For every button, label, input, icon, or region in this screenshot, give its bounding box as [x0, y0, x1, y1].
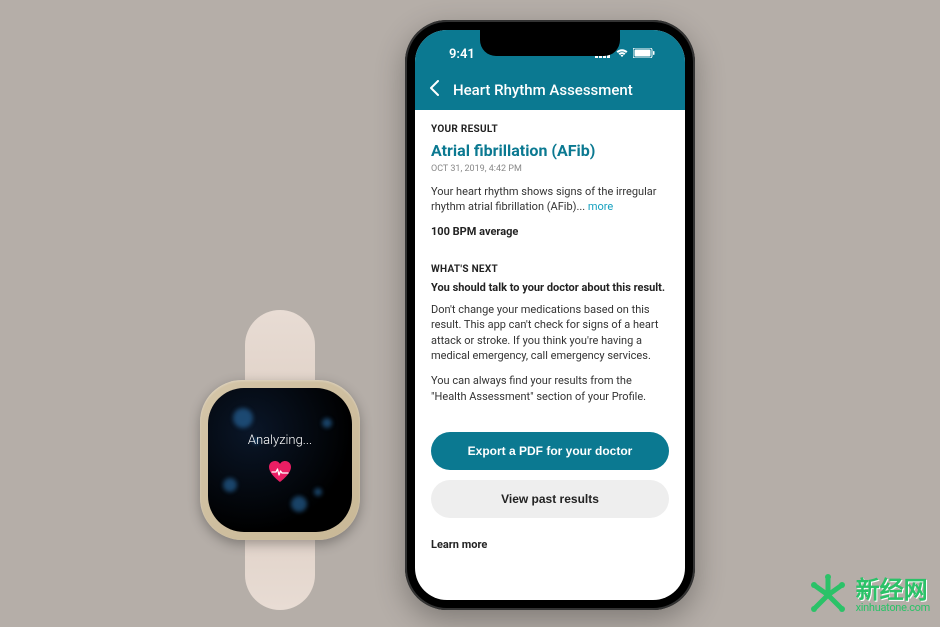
- watermark-logo-icon: [806, 573, 850, 617]
- next-section-header: WHAT'S NEXT: [431, 264, 669, 275]
- watermark-text: 新经网 xinhuatone.com: [856, 578, 930, 613]
- learn-more-link[interactable]: Learn more: [431, 538, 669, 551]
- watch-status-text: Analyzing...: [248, 433, 312, 448]
- watermark-brand-en: xinhuatone.com: [856, 602, 930, 613]
- battery-icon: [633, 47, 655, 62]
- smartwatch: Analyzing...: [190, 310, 370, 610]
- export-pdf-button[interactable]: Export a PDF for your doctor: [431, 432, 669, 470]
- bpm-average: 100 BPM average: [431, 225, 669, 238]
- watch-case: Analyzing...: [200, 380, 360, 540]
- advice-headline: You should talk to your doctor about thi…: [431, 281, 669, 294]
- result-section-header: YOUR RESULT: [431, 124, 669, 135]
- more-link[interactable]: more: [588, 200, 613, 213]
- diagnosis-title: Atrial fibrillation (AFib): [431, 141, 669, 160]
- result-timestamp: OCT 31, 2019, 4:42 PM: [431, 164, 669, 174]
- advice-body: Don't change your medications based on t…: [431, 302, 669, 364]
- heart-icon: [267, 460, 293, 488]
- view-past-results-button[interactable]: View past results: [431, 480, 669, 518]
- back-button[interactable]: [429, 80, 439, 100]
- phone-screen: 9:41 Heart R: [415, 30, 685, 600]
- result-description: Your heart rhythm shows signs of the irr…: [431, 184, 669, 215]
- phone-frame: 9:41 Heart R: [405, 20, 695, 610]
- watch-screen[interactable]: Analyzing...: [208, 388, 352, 532]
- app-header: Heart Rhythm Assessment: [415, 70, 685, 110]
- watermark-brand-cn: 新经网: [856, 578, 930, 602]
- status-time: 9:41: [449, 47, 475, 62]
- watermark: 新经网 xinhuatone.com: [806, 573, 930, 617]
- result-description-text: Your heart rhythm shows signs of the irr…: [431, 185, 657, 213]
- advice-archive: You can always find your results from th…: [431, 373, 669, 404]
- header-title: Heart Rhythm Assessment: [453, 81, 633, 99]
- phone-notch: [480, 30, 620, 56]
- content-area: YOUR RESULT Atrial fibrillation (AFib) O…: [415, 110, 685, 600]
- phone-device: 9:41 Heart R: [405, 20, 695, 610]
